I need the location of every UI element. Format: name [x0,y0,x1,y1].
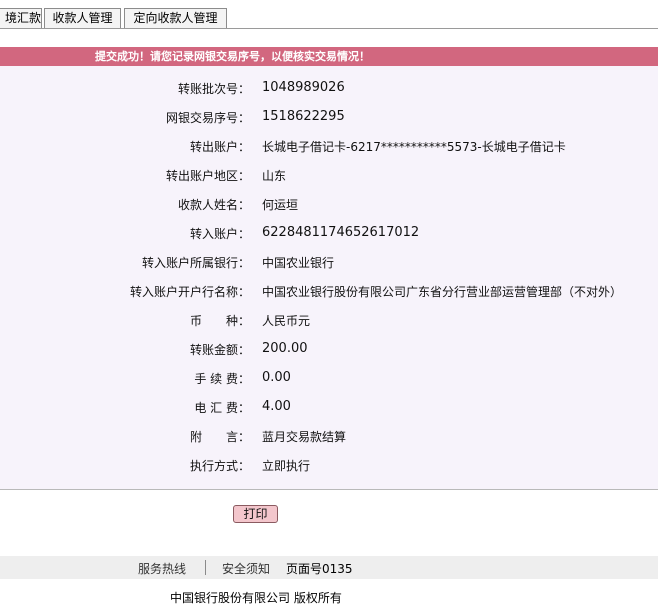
success-message: 提交成功！请您记录网银交易序号，以便核实交易情况！ [95,50,370,63]
field-label: 手 续 费： [194,372,250,386]
field-row: 转出账户地区： 山东 [0,167,658,187]
field-row: 转出账户： 长城电子借记卡-6217***********5573-长城电子借记… [0,138,658,158]
field-row: 收款人姓名： 何运垣 [0,196,658,216]
transaction-number-value: 1518622295 [262,109,345,124]
to-branch-value: 中国农业银行股份有限公司广东省分行营业部运营管理部（不对外） [262,285,623,299]
field-label: 转入账户所属银行： [141,256,250,270]
amount-value: 200.00 [262,341,308,356]
field-row: 币 种： 人民币元 [0,312,658,332]
field-label: 转入账户开户行名称： [129,285,250,299]
to-account-value: 6228481174652617012 [262,225,420,240]
currency-value: 人民币元 [262,314,311,328]
print-button[interactable]: 打印 [233,505,278,523]
tab-payee-management[interactable]: 收款人管理 [44,8,121,28]
field-label: 网银交易序号： [165,111,250,125]
footer-bar: 服务热线 安全须知 页面号0135 [0,556,658,579]
fee-value: 0.00 [262,370,291,385]
footer-divider [205,560,206,575]
field-label: 附 言： [189,430,250,444]
from-account-value: 长城电子借记卡-6217***********5573-长城电子借记卡 [262,140,566,154]
success-banner: 提交成功！请您记录网银交易序号，以便核实交易情况！ [0,47,658,66]
payee-name-value: 何运垣 [262,198,299,212]
tab-cross-border-remit[interactable]: 境汇款 [0,8,42,28]
field-label: 币 种： [189,314,250,328]
remark-value: 蓝月交易款结算 [262,430,347,444]
field-label: 转出账户： [189,140,250,154]
service-hotline-link[interactable]: 服务热线 [138,560,186,577]
tab-bar: 境汇款 收款人管理 定向收款人管理 [0,0,658,29]
page-number: 页面号0135 [286,562,353,576]
field-row: 转入账户所属银行： 中国农业银行 [0,254,658,274]
field-label: 收款人姓名： [177,198,250,212]
field-row: 网银交易序号： 1518622295 [0,109,658,129]
field-row: 执行方式： 立即执行 [0,457,658,477]
field-row: 转入账户开户行名称： 中国农业银行股份有限公司广东省分行营业部运营管理部（不对外… [0,283,658,303]
field-label: 转账批次号： [177,82,250,96]
security-notice-link[interactable]: 安全须知 [222,560,270,577]
field-label: 执行方式： [189,459,250,473]
field-label: 转账金额： [189,343,250,357]
batch-number-value: 1048989026 [262,80,345,95]
copyright-text: 中国银行股份有限公司 版权所有 [170,591,342,605]
result-panel: 提交成功！请您记录网银交易序号，以便核实交易情况！ 转账批次号： 1048989… [0,47,658,490]
tab-designated-payee-management[interactable]: 定向收款人管理 [124,8,227,28]
execution-mode-value: 立即执行 [262,459,311,473]
field-row: 手 续 费： 0.00 [0,370,658,390]
field-row: 转账批次号： 1048989026 [0,80,658,100]
copyright-bar: 中国银行股份有限公司 版权所有 [0,579,658,612]
wire-fee-value: 4.00 [262,399,291,414]
field-row: 转入账户： 6228481174652617012 [0,225,658,245]
field-label: 电 汇 费： [194,401,250,415]
field-label: 转出账户地区： [165,169,250,183]
field-row: 转账金额： 200.00 [0,341,658,361]
to-bank-value: 中国农业银行 [262,256,335,270]
from-region-value: 山东 [262,169,287,183]
field-label: 转入账户： [189,227,250,241]
field-row: 附 言： 蓝月交易款结算 [0,428,658,448]
field-row: 电 汇 费： 4.00 [0,399,658,419]
